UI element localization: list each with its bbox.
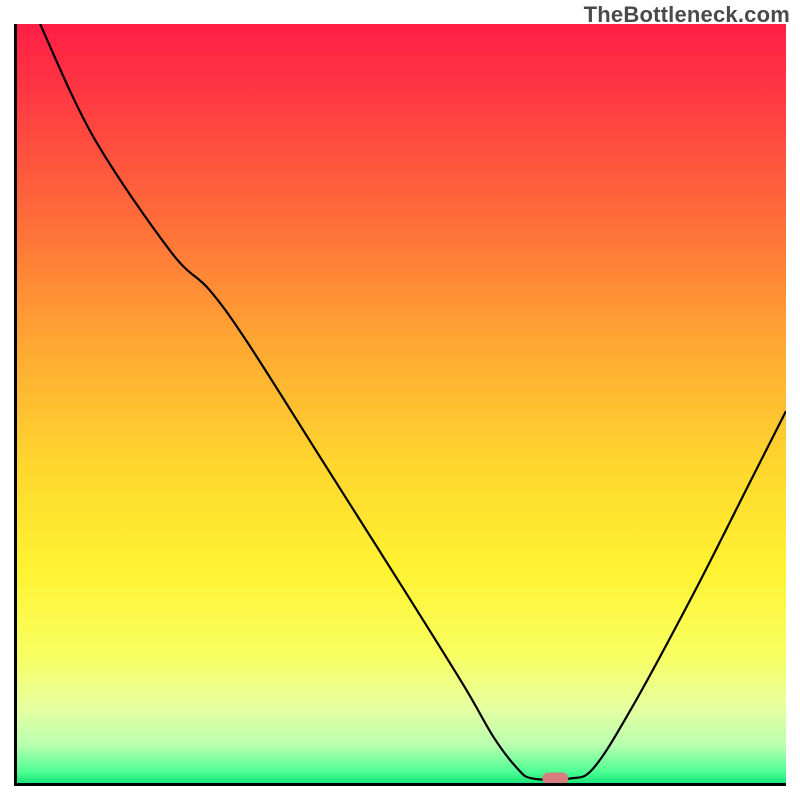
- chart-svg: [17, 24, 786, 783]
- chart-background: [17, 24, 786, 783]
- bottleneck-chart: [14, 24, 786, 786]
- optimal-marker: [542, 772, 568, 783]
